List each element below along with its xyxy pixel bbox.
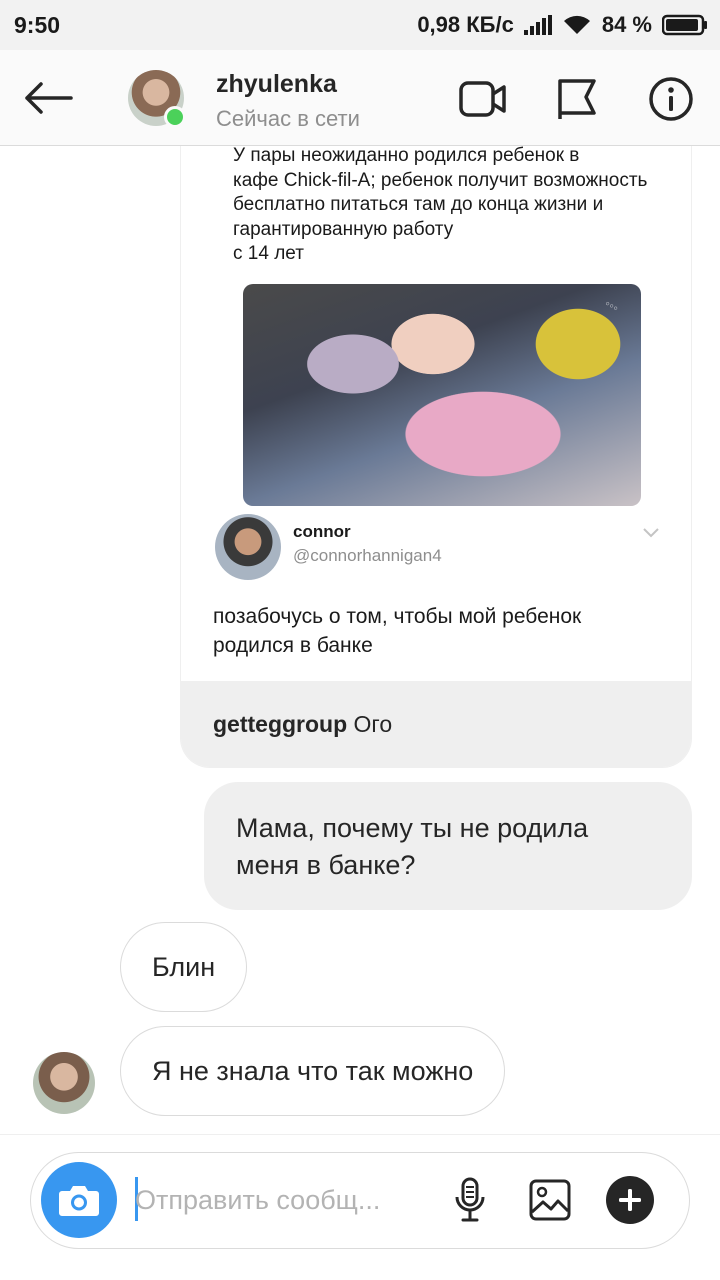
tweet-avatar — [215, 514, 281, 580]
sender-avatar[interactable] — [33, 1052, 95, 1114]
post-caption: getteggroup Ого — [181, 681, 691, 767]
camera-icon — [59, 1186, 99, 1216]
photo-watermark: ◦◦◦ — [602, 295, 622, 316]
report-button[interactable] — [552, 74, 602, 124]
image-icon — [529, 1179, 571, 1221]
voice-message-button[interactable] — [445, 1175, 495, 1225]
signal-icon — [523, 15, 552, 35]
chevron-down-icon — [643, 528, 659, 538]
message-input[interactable] — [135, 1175, 425, 1225]
battery-percent: 84 % — [601, 12, 652, 37]
tweet-author-name: connor — [293, 522, 351, 541]
message-incoming[interactable]: Блин — [120, 922, 248, 1012]
tweet-author-handle: @connorhannigan4 — [293, 546, 442, 565]
flag-icon — [558, 79, 596, 119]
shared-post[interactable]: У пары неожиданно родился ребенок в кафе… — [180, 146, 692, 768]
network-speed: 0,98 КБ/с — [417, 12, 514, 37]
video-call-icon — [459, 81, 506, 117]
message-composer — [30, 1152, 690, 1249]
tweet-text: позабочусь о том, чтобы мой ребенок роди… — [213, 605, 582, 657]
chat-header: zhyulenka Сейчас в сети — [0, 50, 720, 146]
microphone-icon — [455, 1177, 485, 1222]
back-button[interactable] — [18, 74, 78, 122]
info-button[interactable] — [646, 74, 696, 124]
battery-icon — [662, 14, 707, 36]
video-call-button[interactable] — [458, 74, 508, 124]
plus-icon — [606, 1176, 654, 1224]
contact-username[interactable]: zhyulenka — [216, 70, 337, 99]
divider — [0, 1134, 720, 1135]
info-icon — [649, 77, 693, 121]
status-time: 9:50 — [14, 12, 61, 38]
post-caption-text: Ого — [353, 711, 393, 737]
camera-button[interactable] — [41, 1162, 117, 1238]
post-headline: У пары неожиданно родился ребенок в кафе… — [233, 146, 648, 264]
contact-status: Сейчас в сети — [216, 106, 360, 131]
post-author[interactable]: getteggroup — [213, 711, 347, 737]
wifi-icon — [563, 15, 590, 34]
status-indicators: 0,98 КБ/с 84 % — [417, 10, 708, 40]
online-indicator — [164, 106, 186, 128]
post-image[interactable]: У пары неожиданно родился ребенок в кафе… — [181, 146, 691, 681]
gallery-button[interactable] — [525, 1175, 575, 1225]
status-bar: 9:50 0,98 КБ/с 84 % — [0, 0, 720, 50]
message-outgoing[interactable]: Мама, почему ты не родила меня в банке? — [204, 782, 692, 910]
baby-photo: ◦◦◦ — [243, 284, 641, 506]
back-arrow-icon — [25, 82, 73, 114]
more-options-button[interactable] — [605, 1175, 655, 1225]
message-incoming[interactable]: Я не знала что так можно — [120, 1026, 506, 1116]
